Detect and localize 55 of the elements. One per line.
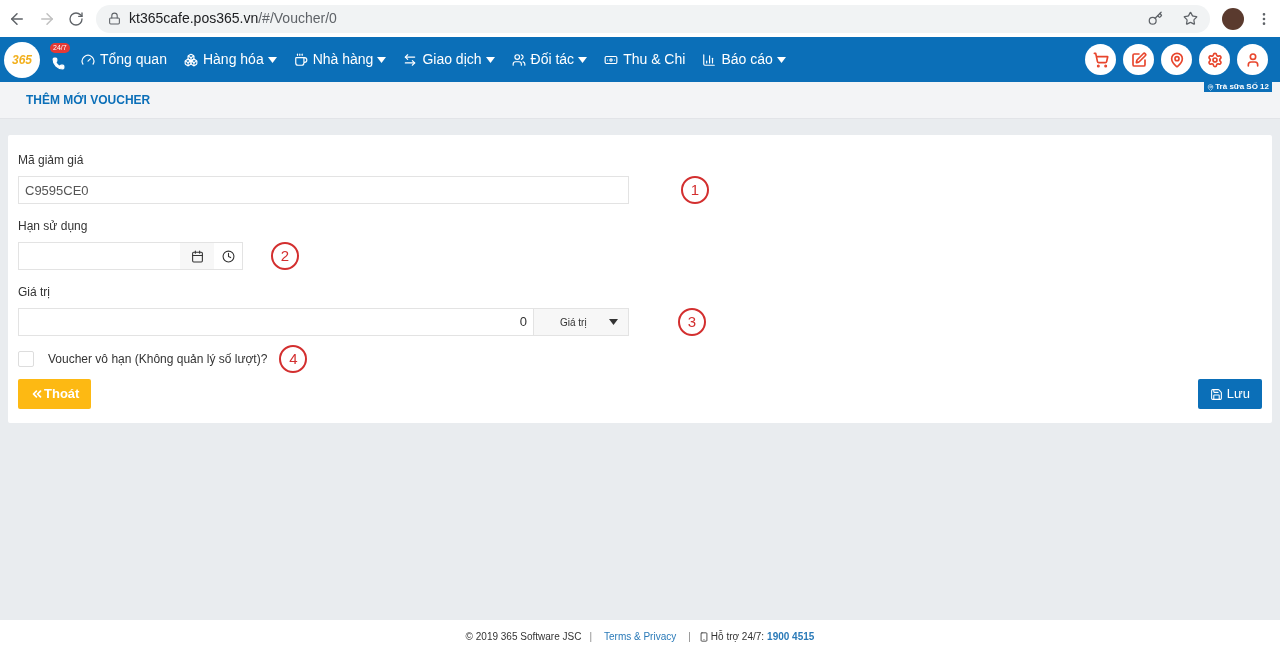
toolbar-button[interactable]: [1199, 44, 1230, 75]
field-label: Mã giảm giá: [18, 152, 85, 169]
footer-separator: |: [589, 630, 592, 644]
annotation-number: 3: [678, 308, 706, 336]
nav-menu-item[interactable]: Báo cáo: [702, 49, 786, 70]
map-pin-icon: [1168, 51, 1185, 68]
users-icon: [511, 52, 526, 67]
profile-avatar[interactable]: [1222, 7, 1244, 30]
bar-chart-icon: [702, 52, 717, 67]
page-title: THÊM MỚI VOUCHER: [26, 91, 151, 109]
branch-badge: Trà sữa SỐ 12: [1204, 82, 1272, 92]
copyright-text: © 2019 365 Software JSC: [465, 630, 582, 644]
field-label: Giá trị: [18, 284, 51, 301]
nav-menu-item[interactable]: Tổng quan: [81, 49, 167, 70]
checkbox[interactable]: [18, 351, 34, 367]
address-bar[interactable]: kt365cafe.pos365.vn/#/Voucher/0: [96, 4, 1210, 33]
toolbar-button[interactable]: [1237, 44, 1268, 75]
gauge-icon: [81, 52, 95, 67]
toolbar-button[interactable]: [1085, 44, 1116, 75]
toolbar-button[interactable]: [1123, 44, 1154, 75]
code-field[interactable]: C9595CE0: [18, 176, 629, 204]
nav-menu-item[interactable]: Đối tác: [511, 49, 588, 70]
annotation-number: 4: [279, 345, 308, 373]
nav-menu-item[interactable]: Hàng hóa: [183, 49, 277, 70]
save-icon: [1209, 387, 1223, 401]
cubes-icon: [183, 52, 198, 67]
nav-menu-item[interactable]: Giao dịch: [403, 49, 495, 70]
field-label: Hạn sử dụng: [18, 218, 89, 235]
phone-icon[interactable]: [52, 57, 65, 70]
phone-icon: [698, 631, 709, 642]
key-icon[interactable]: [1148, 11, 1163, 26]
cup-icon: [293, 52, 308, 67]
clock-icon[interactable]: [221, 249, 235, 263]
edit-icon: [1130, 51, 1147, 68]
nav-menu-item[interactable]: Nhà hàng: [293, 49, 387, 70]
annotation-number: 2: [271, 242, 299, 270]
arrows-icon: [403, 52, 418, 67]
url-text: kt365cafe.pos365.vn/#/Voucher/0: [129, 9, 338, 28]
terms-link[interactable]: Terms & Privacy: [604, 629, 677, 644]
double-chevron-icon: [30, 387, 44, 401]
settings-icon: [1206, 51, 1223, 68]
footer-separator: |: [688, 630, 691, 644]
star-icon[interactable]: [1183, 11, 1198, 26]
calendar-icon[interactable]: [190, 249, 204, 263]
support-phone: 1900 4515: [767, 630, 815, 644]
support-label: Hỗ trợ 24/7:: [710, 629, 765, 644]
lock-icon: [108, 12, 121, 25]
nav-menu-item[interactable]: Thu & Chi: [604, 49, 686, 70]
reload-icon[interactable]: [68, 10, 84, 27]
checkbox-label: Voucher vô hạn (Không quản lý số lượt)?: [48, 351, 268, 368]
annotation-number: 1: [681, 176, 709, 204]
cart-icon: [1092, 51, 1109, 68]
toolbar-button[interactable]: [1161, 44, 1192, 75]
save-button[interactable]: Lưu: [1197, 379, 1262, 409]
date-time-field[interactable]: [18, 242, 243, 270]
